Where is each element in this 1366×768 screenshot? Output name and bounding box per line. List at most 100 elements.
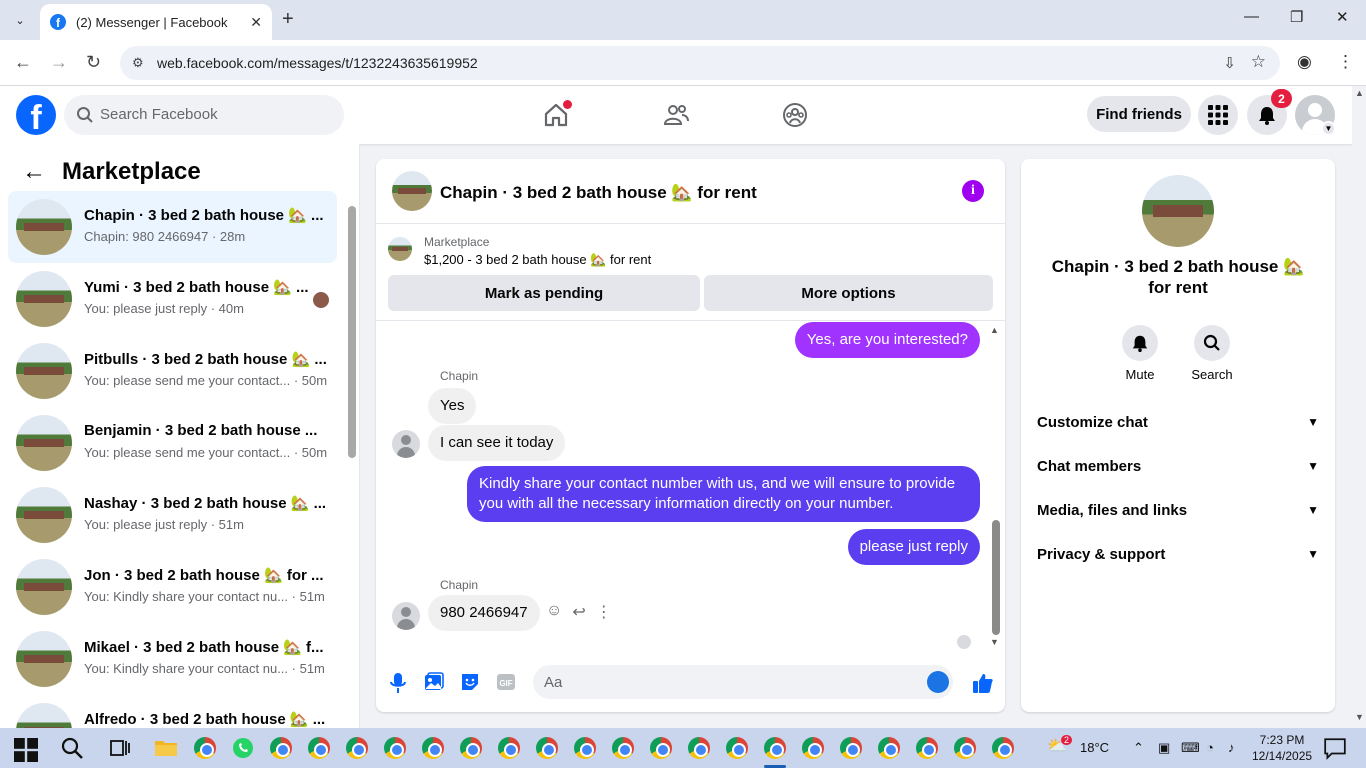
gif-icon[interactable]: GIF [496, 672, 516, 692]
install-app-icon[interactable]: ⇩ [1223, 54, 1236, 72]
photo-icon[interactable] [424, 672, 444, 692]
chrome-window-icon[interactable] [726, 737, 748, 759]
meet-icon[interactable]: ▣ [1158, 740, 1170, 756]
message-outgoing[interactable]: please just reply [847, 529, 980, 565]
friends-icon[interactable] [663, 102, 689, 128]
sender-avatar[interactable] [392, 430, 420, 458]
forward-icon[interactable]: → [50, 52, 68, 73]
minimize-icon[interactable]: — [1244, 8, 1259, 25]
chrome-window-icon[interactable] [270, 737, 292, 759]
chrome-window-icon[interactable] [308, 737, 330, 759]
tab-search-icon[interactable]: ⌄ [8, 9, 32, 31]
scroll-up-icon[interactable]: ▲ [1355, 88, 1364, 98]
chrome-window-icon[interactable] [460, 737, 482, 759]
chrome-profile-icon[interactable] [194, 737, 216, 759]
wifi-icon[interactable]: ◔ [1206, 740, 1214, 755]
thumbs-up-icon[interactable] [972, 672, 994, 694]
chrome-window-icon[interactable] [992, 737, 1014, 759]
chat-scrollbar[interactable]: ▲ ▼ [989, 325, 1003, 649]
taskbar-search-icon[interactable] [60, 736, 84, 760]
conversation-item[interactable]: Pitbulls · 3 bed 2 bath house 🏡 ... You:… [8, 335, 337, 407]
customize-chat-row[interactable]: Customize chat ▼ [1037, 400, 1319, 444]
chrome-window-icon[interactable] [612, 737, 634, 759]
restore-icon[interactable]: ❐ [1290, 8, 1303, 26]
facebook-search[interactable]: Search Facebook [64, 95, 344, 135]
whatsapp-icon[interactable] [231, 736, 255, 760]
temperature[interactable]: 18°C [1080, 740, 1109, 755]
chrome-window-icon[interactable] [764, 737, 786, 759]
chrome-window-icon[interactable] [840, 737, 862, 759]
chrome-window-icon[interactable] [536, 737, 558, 759]
chat-members-row[interactable]: Chat members ▼ [1037, 444, 1319, 488]
account-chevron-icon[interactable]: ▼ [1321, 121, 1336, 136]
chrome-window-icon[interactable] [346, 737, 368, 759]
volume-icon[interactable]: ♪ [1228, 740, 1235, 755]
back-arrow-icon[interactable]: ← [22, 158, 46, 186]
scroll-down-icon[interactable]: ▼ [1355, 712, 1364, 722]
chrome-window-icon[interactable] [802, 737, 824, 759]
reply-icon[interactable]: ↩ [572, 602, 585, 622]
conversation-item[interactable]: Benjamin · 3 bed 2 bath house ... You: p… [8, 407, 337, 479]
scroll-down-icon[interactable]: ▼ [990, 637, 999, 647]
find-friends-button[interactable]: Find friends [1087, 96, 1191, 132]
tray-chevron-icon[interactable]: ⌃ [1133, 740, 1144, 756]
window-close-icon[interactable]: ✕ [1336, 8, 1349, 26]
message-input[interactable]: Aa [533, 665, 953, 699]
chrome-window-icon[interactable] [422, 737, 444, 759]
chat-list-scrollbar[interactable] [346, 196, 356, 458]
sticker-icon[interactable] [460, 672, 480, 692]
chrome-window-icon[interactable] [688, 737, 710, 759]
conversation-item[interactable]: Nashay · 3 bed 2 bath house 🏡 ... You: p… [8, 479, 337, 551]
browser-tab[interactable]: f (2) Messenger | Facebook ✕ [40, 4, 272, 40]
message-incoming[interactable]: Yes [428, 388, 477, 424]
windows-start-icon[interactable] [14, 738, 38, 762]
chat-listing-thumbnail[interactable] [392, 171, 432, 211]
message-incoming[interactable]: I can see it today [428, 425, 566, 461]
listing-price-title[interactable]: $1,200 - 3 bed 2 bath house 🏡 for rent [424, 252, 651, 268]
profile-icon[interactable]: ◉ [1297, 52, 1312, 72]
browser-menu-icon[interactable]: ⋮ [1337, 52, 1354, 72]
more-options-button[interactable]: More options [704, 275, 993, 311]
chrome-window-icon[interactable] [954, 737, 976, 759]
conversation-item[interactable]: Jon · 3 bed 2 bath house 🏡 for ... You: … [8, 551, 337, 623]
conversation-item[interactable]: Chapin · 3 bed 2 bath house 🏡 ... Chapin… [8, 191, 337, 263]
tab-close-icon[interactable]: ✕ [250, 14, 262, 31]
system-clock[interactable]: 7:23 PM 12/14/2025 [1252, 732, 1312, 764]
menu-grid-button[interactable] [1198, 95, 1238, 135]
microphone-icon[interactable] [390, 672, 406, 694]
chrome-window-icon[interactable] [574, 737, 596, 759]
new-tab-icon[interactable]: + [282, 8, 294, 31]
emoji-icon[interactable] [927, 671, 949, 693]
mark-as-pending-button[interactable]: Mark as pending [388, 275, 700, 311]
react-icon[interactable]: ☺ [546, 602, 562, 622]
chat-title[interactable]: Chapin · 3 bed 2 bath house 🏡 for rent [440, 183, 757, 203]
chrome-window-icon[interactable] [650, 737, 672, 759]
message-outgoing[interactable]: Kindly share your contact number with us… [467, 466, 980, 522]
scroll-up-icon[interactable]: ▲ [990, 325, 999, 335]
info-icon[interactable]: i [962, 180, 984, 202]
more-icon[interactable]: ⋮ [596, 602, 612, 622]
chrome-window-icon[interactable] [916, 737, 938, 759]
groups-icon[interactable] [782, 102, 808, 128]
sender-avatar[interactable] [392, 602, 420, 630]
conversation-item[interactable]: Alfredo · 3 bed 2 bath house 🏡 ... [8, 695, 337, 728]
bookmark-star-icon[interactable]: ☆ [1251, 52, 1266, 72]
task-view-icon[interactable] [108, 736, 132, 760]
mute-button[interactable]: Mute [1110, 325, 1170, 382]
back-icon[interactable]: ← [14, 52, 32, 73]
input-method-icon[interactable]: ⌨ [1181, 740, 1200, 756]
message-outgoing[interactable]: Yes, are you interested? [794, 322, 980, 358]
listing-photo[interactable] [1142, 175, 1214, 247]
file-explorer-icon[interactable] [154, 736, 178, 760]
message-incoming[interactable]: 980 2466947 [428, 595, 540, 631]
page-scrollbar[interactable]: ▲ ▼ [1352, 86, 1366, 728]
address-bar[interactable]: ⚙ web.facebook.com/messages/t/1232243635… [120, 46, 1280, 80]
search-in-chat-button[interactable]: Search [1182, 325, 1242, 382]
facebook-logo-icon[interactable]: f [16, 95, 56, 135]
reload-icon[interactable]: ↻ [86, 52, 101, 73]
notification-center-icon[interactable] [1323, 736, 1347, 760]
media-files-links-row[interactable]: Media, files and links ▼ [1037, 488, 1319, 532]
privacy-support-row[interactable]: Privacy & support ▼ [1037, 532, 1319, 576]
conversation-item[interactable]: Mikael · 3 bed 2 bath house 🏡 f... You: … [8, 623, 337, 695]
conversation-item[interactable]: Yumi · 3 bed 2 bath house 🏡 ... You: ple… [8, 263, 337, 335]
